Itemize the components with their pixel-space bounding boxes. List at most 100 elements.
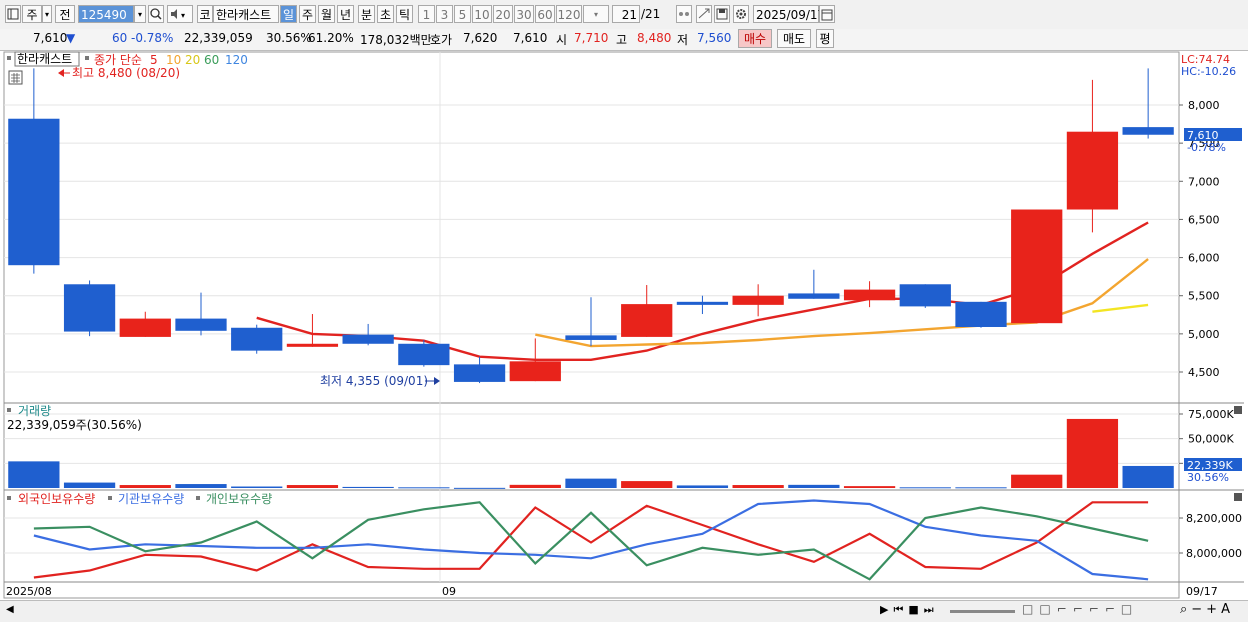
save-icon[interactable] xyxy=(714,5,730,23)
cycle-tick[interactable]: 틱 xyxy=(396,5,413,23)
ma-legend-label: 종가 단순 xyxy=(94,53,142,67)
candle-body xyxy=(342,334,394,344)
ask-price: 7,620 xyxy=(463,31,498,45)
minute-30[interactable]: 30 xyxy=(514,5,534,23)
hc-label: HC:-10.26 xyxy=(1181,65,1236,78)
avg-button[interactable]: 평 xyxy=(816,29,834,48)
volume-pane-close[interactable] xyxy=(1234,406,1242,414)
candle-body xyxy=(732,295,784,305)
candle-body xyxy=(175,318,227,331)
period-button-prev[interactable]: 전 xyxy=(55,5,75,23)
sound-icon[interactable]: ▾ xyxy=(167,5,193,23)
cycle-minute[interactable]: 분 xyxy=(358,5,375,23)
code-input[interactable]: 125490 xyxy=(78,5,134,23)
period-button-week[interactable]: 주 xyxy=(22,5,42,23)
candle-body xyxy=(1011,209,1063,324)
volume-ratio: 30.56% xyxy=(266,31,312,45)
open-price: 7,710 xyxy=(574,31,609,45)
price-legend-name: 한라캐스트 xyxy=(17,52,72,66)
volume-bar xyxy=(398,487,450,489)
scroll-left-icon[interactable]: ◀ xyxy=(6,604,14,615)
y-tick-label: 7,000 xyxy=(1188,175,1220,188)
cycle-year[interactable]: 년 xyxy=(337,5,354,23)
minute-60[interactable]: 60 xyxy=(535,5,555,23)
volume-bar xyxy=(231,486,283,488)
volume-bar xyxy=(843,486,896,488)
playback-controls-icon[interactable]: ▶⏮■⏭ xyxy=(880,603,939,617)
x-label-sep: 09 xyxy=(442,585,456,598)
volume-current-label: 22,339,059주(30.56%) xyxy=(7,418,142,432)
candle-body xyxy=(565,335,617,340)
individual-legend: 개인보유수량 xyxy=(206,492,272,506)
data-table-icon[interactable] xyxy=(8,70,23,85)
ma60-legend: 60 xyxy=(204,53,219,67)
code-tag[interactable]: 코 xyxy=(197,5,213,23)
volume-bar xyxy=(899,487,951,489)
institution-legend: 기관보유수량 xyxy=(118,492,184,506)
minute-5[interactable]: 5 xyxy=(454,5,471,23)
low-label: 저 xyxy=(677,33,689,47)
layout-icon[interactable] xyxy=(5,5,21,23)
search-icon[interactable] xyxy=(148,5,164,23)
sparkle-icon[interactable] xyxy=(676,5,692,23)
minute-120[interactable]: 120 xyxy=(556,5,582,23)
volume-bar xyxy=(8,461,60,488)
count-total: /21 xyxy=(641,7,661,21)
turnover-ratio: 61.20% xyxy=(308,31,354,45)
candle-body xyxy=(676,301,729,305)
ma5-legend: 5 xyxy=(150,53,158,67)
minute-10[interactable]: 10 xyxy=(472,5,492,23)
stock-name[interactable]: 한라캐스트 xyxy=(213,5,279,23)
volume-bar xyxy=(119,485,171,488)
volume-bar xyxy=(453,487,506,489)
y-tick-label: 5,000 xyxy=(1188,328,1220,341)
candle-body xyxy=(843,289,896,301)
price-arrow: ▼ xyxy=(66,31,76,45)
count-input[interactable]: 21 xyxy=(612,5,640,23)
candle-body xyxy=(119,318,171,337)
zoom-controls-icon[interactable]: ⌕−+A xyxy=(1180,602,1234,617)
cycle-day[interactable]: 일 xyxy=(280,5,297,23)
volume-bar xyxy=(63,482,116,488)
holdings-pane-close[interactable] xyxy=(1234,493,1242,501)
open-label: 시 xyxy=(556,33,568,47)
buy-button[interactable]: 매수 xyxy=(738,29,772,48)
stock-chart[interactable]: 8,0007,5007,0006,5006,0005,5005,0004,500… xyxy=(0,50,1248,600)
current-price: 7,610 xyxy=(33,31,68,45)
date-input[interactable]: 2025/09/17 xyxy=(753,5,825,23)
volume-bar xyxy=(1011,474,1063,488)
cycle-month[interactable]: 월 xyxy=(318,5,335,23)
volume-last-pct: 30.56% xyxy=(1187,471,1229,484)
minute-dropdown[interactable]: ▾ xyxy=(583,5,609,23)
zoom-slider[interactable] xyxy=(950,610,1015,613)
cycle-second[interactable]: 초 xyxy=(377,5,394,23)
candle-body xyxy=(509,361,561,382)
code-dropdown[interactable]: ▾ xyxy=(134,5,146,23)
minute-3[interactable]: 3 xyxy=(436,5,453,23)
volume-bar xyxy=(621,481,673,488)
price-change-pct: -0.78% xyxy=(131,31,174,45)
y-tick-label: 8,000 xyxy=(1188,99,1220,112)
volume-bar xyxy=(1122,465,1174,488)
x-end-label: 09/17 xyxy=(1186,585,1218,598)
calendar-icon[interactable] xyxy=(819,5,835,23)
drawing-tools-icon[interactable]: □□⌐⌐⌐⌐□ xyxy=(1022,602,1138,616)
minute-1[interactable]: 1 xyxy=(418,5,435,23)
minute-20[interactable]: 20 xyxy=(493,5,513,23)
period-dropdown[interactable]: ▾ xyxy=(42,5,52,23)
candle-body xyxy=(1122,127,1174,135)
crosshair-icon[interactable] xyxy=(696,5,712,23)
candle-body xyxy=(955,301,1007,327)
cycle-week[interactable]: 주 xyxy=(299,5,316,23)
foreign-legend: 외국인보유수량 xyxy=(18,492,95,506)
volume-bar xyxy=(788,484,840,488)
volume-value: 22,339,059 xyxy=(184,31,253,45)
sell-button[interactable]: 매도 xyxy=(777,29,811,48)
y-tick-label: 4,500 xyxy=(1188,366,1220,379)
gear-icon[interactable] xyxy=(733,5,749,23)
bottom-scrollbar[interactable]: ◀ ▶⏮■⏭ □□⌐⌐⌐⌐□ ⌕−+A xyxy=(0,600,1248,622)
candle-body xyxy=(231,327,283,351)
candle-body xyxy=(788,293,840,299)
volume-bar xyxy=(509,484,561,488)
volume-title: 거래량 xyxy=(18,404,51,418)
